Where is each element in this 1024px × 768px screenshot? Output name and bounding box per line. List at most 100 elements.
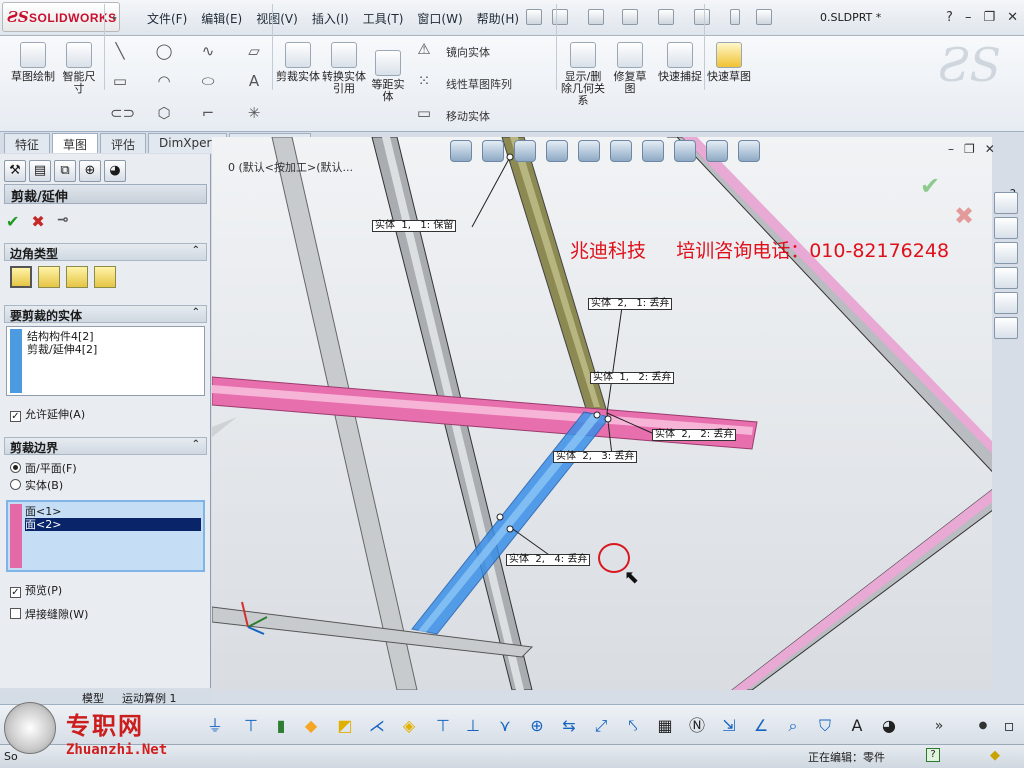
- tab-evaluate[interactable]: 评估: [100, 133, 147, 153]
- list-item[interactable]: 面<1>: [25, 505, 201, 518]
- feature-tree-icon[interactable]: ⚒: [4, 160, 26, 182]
- corner-end-butt1-icon[interactable]: [66, 266, 88, 288]
- linear-pattern-label[interactable]: 线性草图阵列: [446, 76, 512, 92]
- structural-member-icon[interactable]: ⏚: [204, 715, 226, 737]
- view-settings-icon[interactable]: [738, 140, 760, 162]
- bodies-radio[interactable]: 实体(B): [10, 477, 63, 493]
- property-manager-icon[interactable]: ▤: [29, 160, 51, 182]
- trim-boundary-header[interactable]: 剪裁边界 ⌃: [4, 437, 207, 455]
- trim-extend-icon[interactable]: ◆: [300, 715, 322, 737]
- appearance-icon[interactable]: ◕: [104, 160, 126, 182]
- quick-snap-button[interactable]: 快速捕捉: [658, 42, 702, 83]
- shield-icon[interactable]: ⛉: [814, 715, 836, 737]
- rapid-sketch-button[interactable]: 快速草图: [706, 42, 752, 83]
- view-palette-icon[interactable]: [994, 267, 1018, 289]
- smart-dimension-button[interactable]: 智能尺寸: [58, 42, 100, 95]
- angle-icon[interactable]: ∠: [750, 715, 772, 737]
- mirror-label[interactable]: 镜向实体: [446, 44, 490, 60]
- tab-sketch[interactable]: 草图: [52, 133, 99, 153]
- body-callout[interactable]: 实体 1, 2: 丢弃: [590, 372, 675, 384]
- corner-miter-icon[interactable]: [38, 266, 60, 288]
- edit-appearance-icon[interactable]: [674, 140, 696, 162]
- status-help-button[interactable]: ?: [926, 748, 940, 762]
- cancel-x-icon[interactable]: ✖: [31, 212, 44, 231]
- zoom-area-icon[interactable]: [482, 140, 504, 162]
- design-library-icon[interactable]: [994, 217, 1018, 239]
- hide-show-icon[interactable]: [642, 140, 664, 162]
- zoom-to-fit-icon[interactable]: [450, 140, 472, 162]
- preview-checkbox[interactable]: ✓ 预览(P): [10, 582, 62, 598]
- help-button[interactable]: ?: [946, 10, 953, 25]
- menu-insert[interactable]: 插入(I): [305, 8, 356, 30]
- reference-axis-icon[interactable]: ⊤: [432, 715, 454, 737]
- more-chevron-icon[interactable]: »: [928, 715, 950, 737]
- dimension-icon[interactable]: ⇲: [718, 715, 740, 737]
- confirm-cancel-icon[interactable]: ✖: [954, 202, 974, 230]
- bodies-list-box[interactable]: 结构构件4[2] 剪裁/延伸4[2]: [6, 326, 205, 396]
- menu-edit[interactable]: 编辑(E): [194, 8, 249, 30]
- menu-window[interactable]: 窗口(W): [410, 8, 469, 30]
- corner-end-trim-icon[interactable]: [10, 266, 32, 288]
- gusset-icon[interactable]: ⋌: [366, 715, 388, 737]
- toolbar-options-icon[interactable]: ▫: [998, 715, 1020, 737]
- display-state-icon[interactable]: ◕: [878, 715, 900, 737]
- rectangle-icon[interactable]: ▭: [110, 72, 130, 90]
- home-icon[interactable]: [994, 192, 1018, 214]
- close-button[interactable]: ✕: [1007, 10, 1018, 25]
- point-icon[interactable]: ✳: [244, 104, 264, 122]
- sketch-button[interactable]: 草图绘制: [10, 42, 56, 83]
- pin-icon[interactable]: [526, 9, 542, 25]
- convert-entities-button[interactable]: 转换实体引用: [322, 42, 366, 95]
- list-item-selected[interactable]: 面<2>: [25, 518, 201, 531]
- mate-reference-icon[interactable]: ⇆: [558, 715, 580, 737]
- polygon-icon[interactable]: ⬡: [154, 104, 174, 122]
- open-document-icon[interactable]: [588, 9, 604, 25]
- body-callout[interactable]: 实体 2, 2: 丢弃: [652, 429, 737, 441]
- body-callout[interactable]: 实体 2, 3: 丢弃: [553, 451, 638, 463]
- file-explorer-icon[interactable]: [994, 242, 1018, 264]
- boundary-list-box[interactable]: 面<1> 面<2>: [6, 500, 205, 572]
- offset-entities-button[interactable]: 等距实体: [368, 50, 408, 103]
- select-icon[interactable]: [730, 9, 740, 25]
- slot-icon[interactable]: ⊂⊃: [110, 104, 135, 122]
- list-item[interactable]: 结构构件4[2]: [27, 330, 97, 343]
- bodies-to-trim-header[interactable]: 要剪裁的实体 ⌃: [4, 305, 207, 323]
- list-item[interactable]: 剪裁/延伸4[2]: [27, 343, 97, 356]
- viewport-restore-button[interactable]: ❐: [964, 142, 975, 156]
- print-icon[interactable]: [658, 9, 674, 25]
- mirror-icon[interactable]: ⚠: [414, 40, 434, 58]
- graphics-area[interactable]: [212, 137, 992, 690]
- end-cap-icon[interactable]: ◩: [334, 715, 356, 737]
- display-style-icon[interactable]: [610, 140, 632, 162]
- note-icon[interactable]: Ⓝ: [686, 715, 708, 737]
- corner-type-header[interactable]: 边角类型 ⌃: [4, 243, 207, 261]
- tag-icon[interactable]: ◆: [990, 748, 1000, 763]
- ok-check-icon[interactable]: ✔: [6, 212, 19, 231]
- point-tool-icon[interactable]: ⊕: [526, 715, 548, 737]
- body-callout[interactable]: 实体 2, 4: 丢弃: [506, 554, 591, 566]
- rebuild-icon[interactable]: [756, 9, 772, 25]
- viewport-minimize-button[interactable]: –: [948, 142, 954, 156]
- repair-sketch-button[interactable]: 修复草图: [610, 42, 650, 95]
- confirm-ok-icon[interactable]: ✔: [920, 172, 940, 200]
- configuration-icon[interactable]: ⧉: [54, 160, 76, 182]
- display-relations-button[interactable]: 显示/删除几何关系: [560, 42, 606, 107]
- menu-file[interactable]: 文件(F): [140, 8, 194, 30]
- tab-features[interactable]: 特征: [4, 133, 51, 153]
- curve-icon[interactable]: ⤢: [590, 715, 612, 737]
- plane-icon[interactable]: ▱: [244, 42, 264, 60]
- circle-icon[interactable]: ◯: [154, 42, 174, 60]
- appearances-icon[interactable]: [994, 292, 1018, 314]
- apply-scene-icon[interactable]: [706, 140, 728, 162]
- previous-view-icon[interactable]: [514, 140, 536, 162]
- feature-tree-flyout[interactable]: 0 (默认<按加工>(默认...: [228, 159, 353, 175]
- weldment-icon[interactable]: ⊤: [240, 715, 262, 737]
- menu-tools[interactable]: 工具(T): [356, 8, 411, 30]
- extrude-boss-icon[interactable]: ▮: [270, 715, 292, 737]
- restore-button[interactable]: ❐: [983, 10, 995, 25]
- body-callout[interactable]: 实体 2, 1: 丢弃: [588, 298, 673, 310]
- toolbar-dot-icon[interactable]: ●: [972, 715, 994, 737]
- search-zoom-icon[interactable]: ⌕: [782, 715, 804, 737]
- move-label[interactable]: 移动实体: [446, 108, 490, 124]
- face-plane-radio[interactable]: 面/平面(F): [10, 460, 77, 476]
